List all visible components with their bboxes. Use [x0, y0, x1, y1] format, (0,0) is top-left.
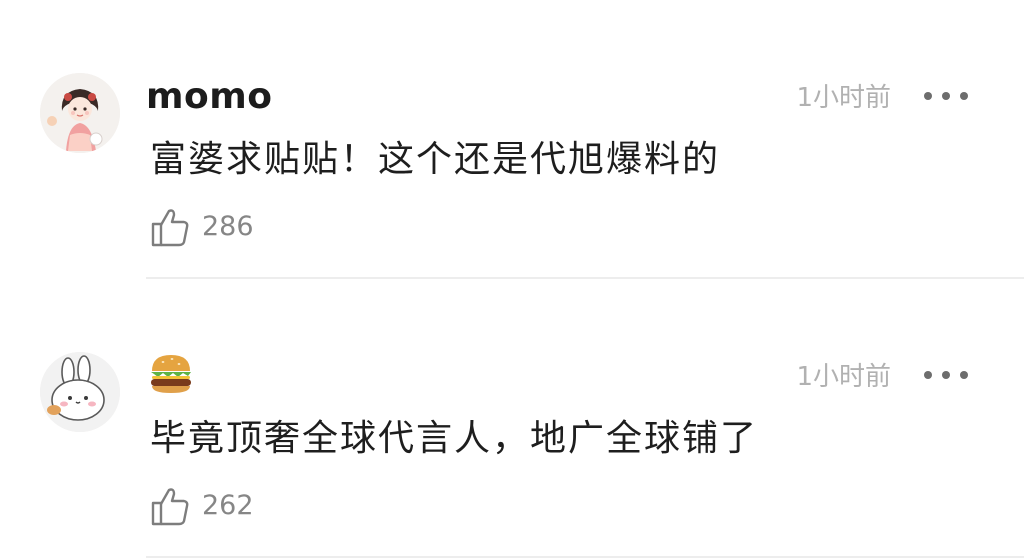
more-dot-icon [924, 371, 932, 379]
comment-text: 富婆求贴贴！这个还是代旭爆料的 [150, 139, 721, 180]
girl-illustration-avatar-icon [40, 73, 120, 153]
like-count: 286 [202, 211, 254, 242]
comment-item: momo 1小时前 富婆求贴贴！这个还是代旭爆料的 286 [0, 0, 1024, 279]
username[interactable]: momo [146, 76, 273, 118]
comment-time: 1小时前 [796, 83, 891, 113]
more-dot-icon [942, 371, 950, 379]
thumbs-up-icon [151, 488, 189, 526]
more-options-button[interactable] [924, 361, 968, 389]
thumbs-up-icon [151, 209, 189, 247]
more-options-button[interactable] [924, 82, 968, 110]
more-dot-icon [960, 92, 968, 100]
user-avatar[interactable] [40, 352, 120, 432]
like-button[interactable]: 286 [150, 205, 254, 249]
more-dot-icon [942, 92, 950, 100]
hamburger-emoji-icon[interactable] [148, 351, 194, 397]
like-button[interactable]: 262 [150, 484, 254, 528]
bunny-cartoon-avatar-icon [40, 352, 120, 432]
more-dot-icon [960, 371, 968, 379]
comment-item: 1小时前 毕竟顶奢全球代言人，地广全球铺了 262 [0, 279, 1024, 558]
comment-time: 1小时前 [796, 362, 891, 392]
user-avatar[interactable] [40, 73, 120, 153]
more-dot-icon [924, 92, 932, 100]
like-count: 262 [202, 490, 254, 521]
comment-text: 毕竟顶奢全球代言人，地广全球铺了 [150, 418, 759, 459]
